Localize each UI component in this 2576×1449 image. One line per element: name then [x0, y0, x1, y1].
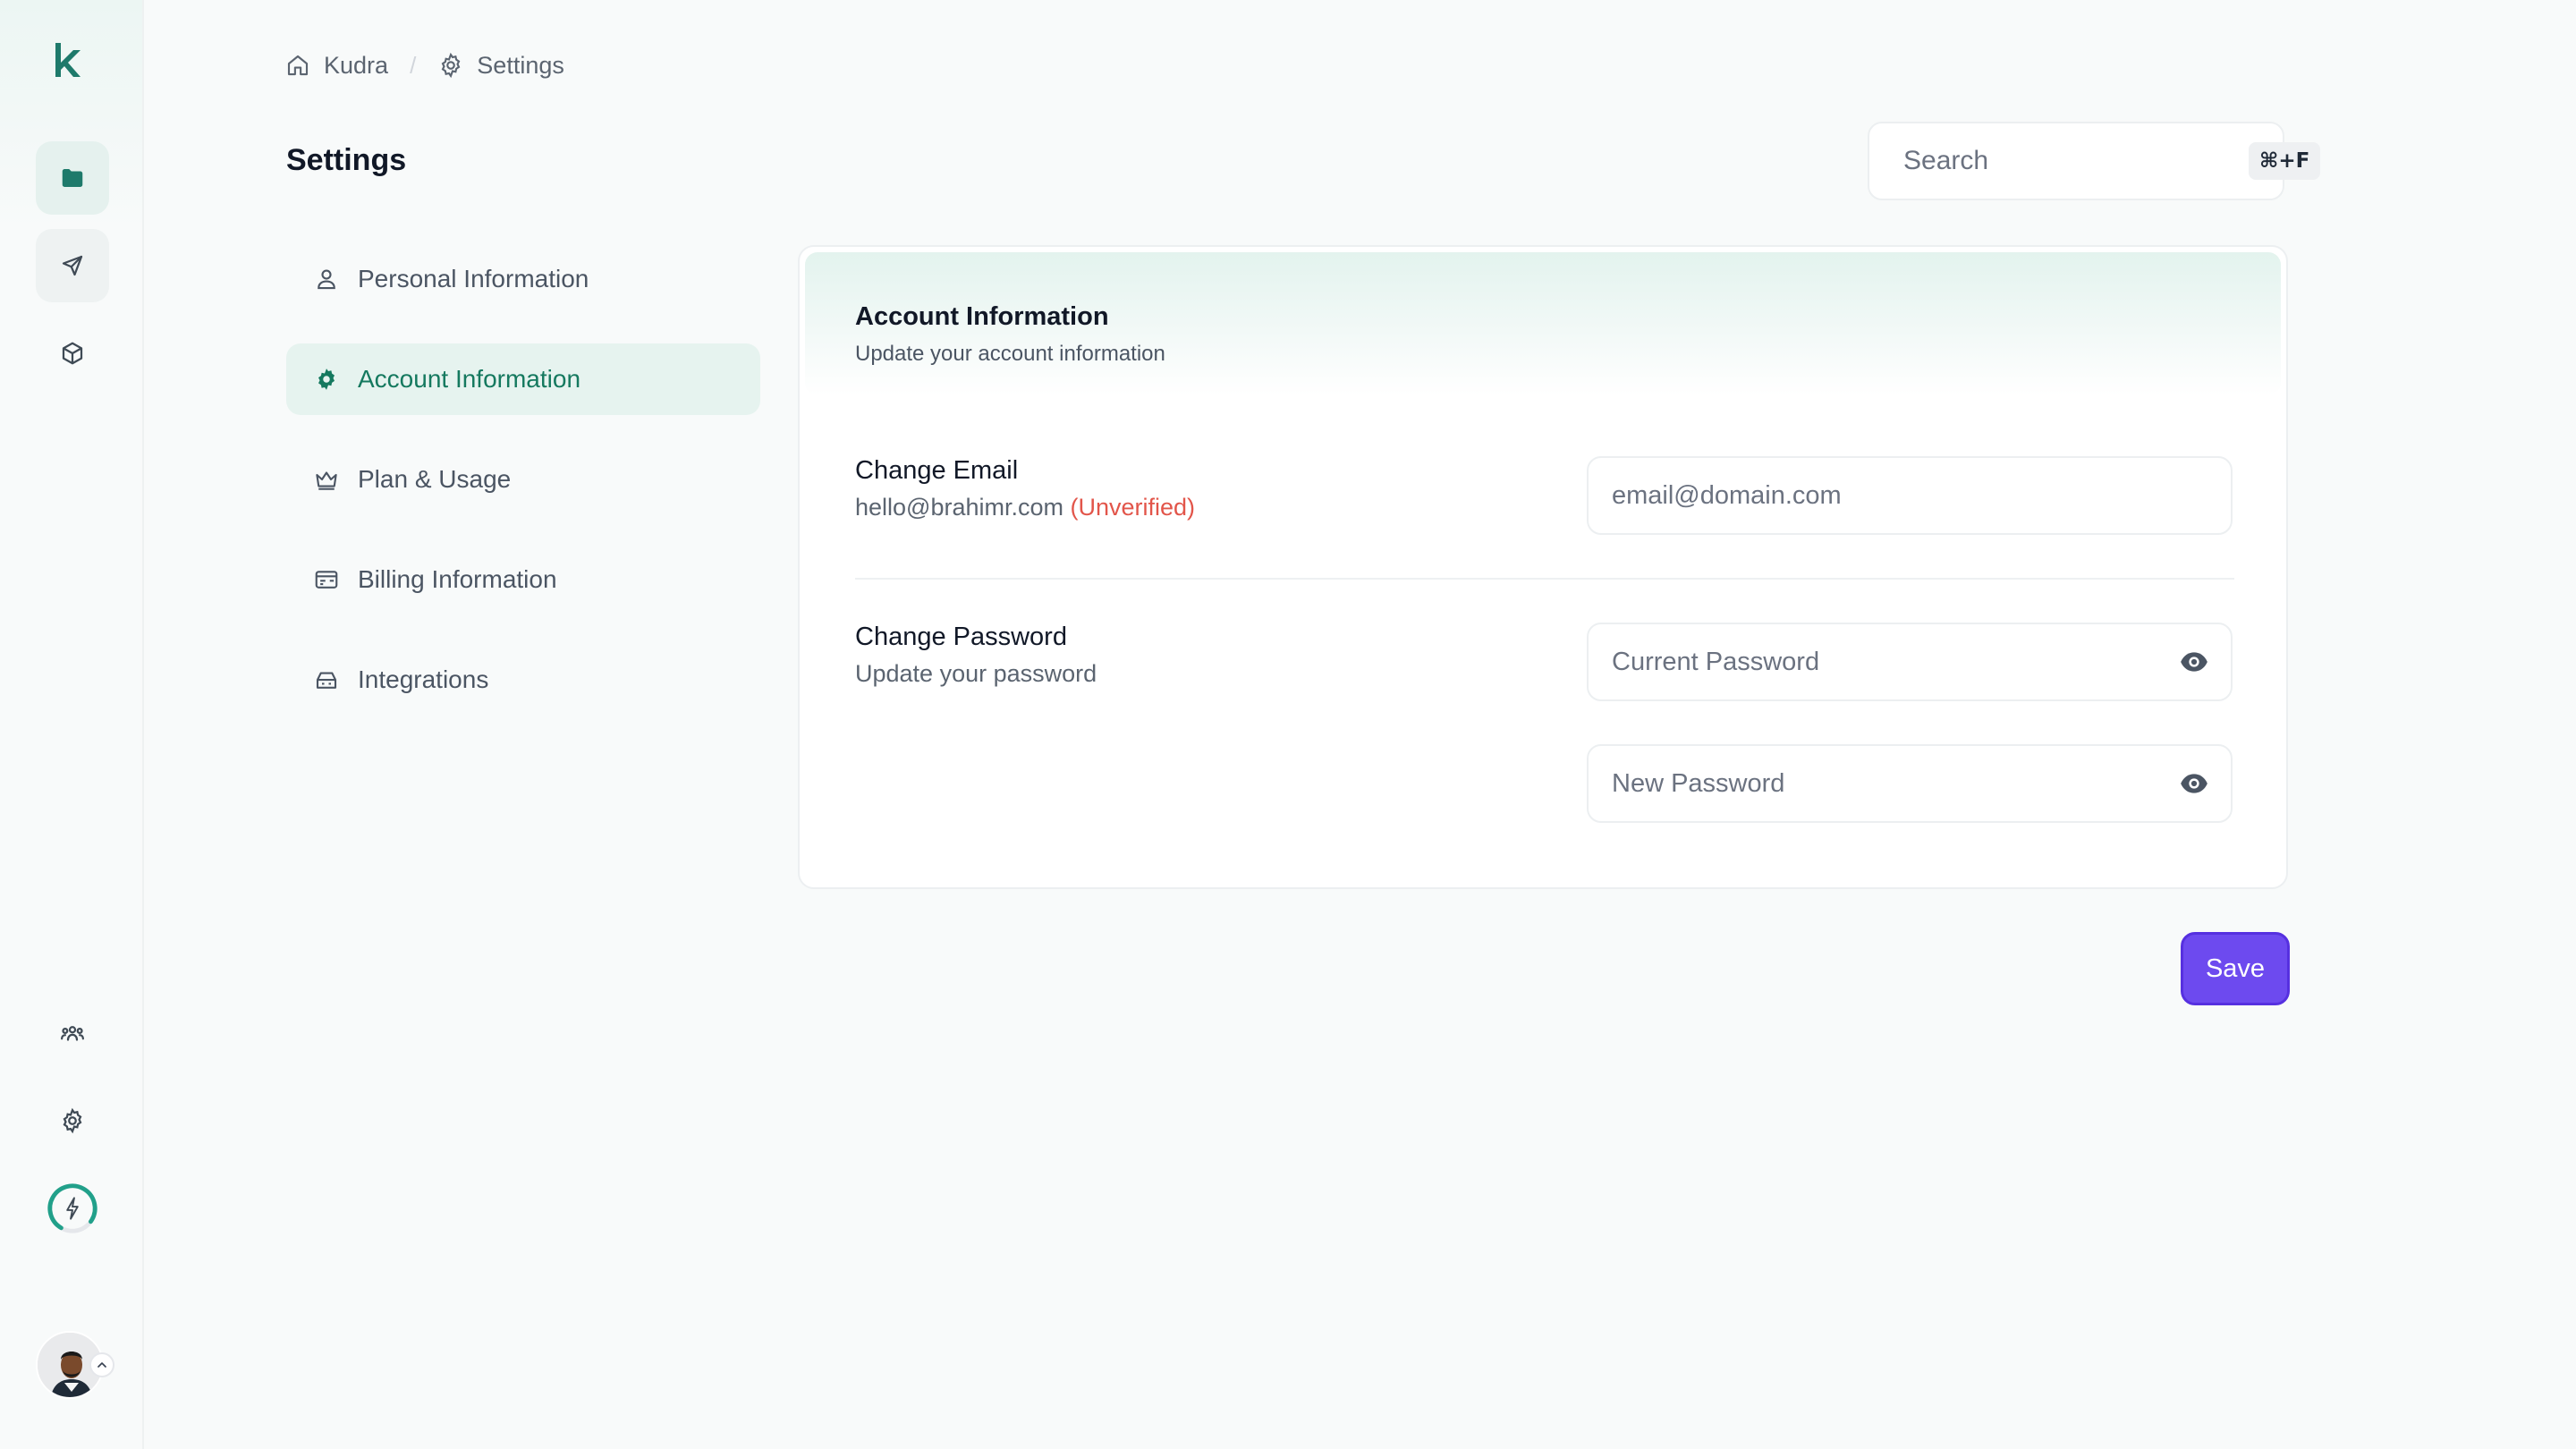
usage-progress-icon	[47, 1183, 97, 1233]
user-menu[interactable]	[36, 1331, 114, 1402]
settings-nav-label: Personal Information	[358, 265, 589, 292]
settings-nav-account-information[interactable]: Account Information	[286, 343, 760, 415]
page-title: Settings	[286, 143, 407, 177]
breadcrumb-separator: /	[410, 51, 417, 79]
gear-icon	[63, 1107, 82, 1134]
change-email-label: Change Email	[855, 456, 1019, 485]
eye-icon[interactable]	[2179, 647, 2209, 677]
user-icon	[318, 269, 335, 290]
home-icon	[287, 55, 309, 76]
breadcrumb-current-label: Settings	[477, 51, 564, 79]
email-unverified-status: (Unverified)	[1070, 494, 1196, 521]
breadcrumb-home-label: Kudra	[324, 51, 389, 79]
left-rail	[0, 0, 144, 1449]
current-password-field[interactable]	[1612, 647, 2179, 677]
change-password-label: Change Password	[855, 623, 1067, 651]
kudra-logo-icon[interactable]	[50, 39, 86, 80]
settings-nav-integrations[interactable]: Integrations	[286, 644, 760, 716]
new-password-field[interactable]	[1612, 768, 2179, 799]
integrations-icon	[316, 672, 337, 689]
gear-icon	[318, 369, 335, 390]
rail-workflows-button[interactable]	[36, 229, 109, 302]
settings-nav-label: Plan & Usage	[358, 465, 512, 493]
section-divider	[855, 578, 2234, 580]
rail-projects-button[interactable]	[36, 141, 109, 215]
settings-nav-label: Billing Information	[358, 565, 557, 593]
billing-card-icon	[315, 571, 338, 589]
rail-usage-ring-button[interactable]	[36, 1172, 109, 1245]
settings-nav-label: Integrations	[358, 665, 489, 693]
account-information-card: Account Information Update your account …	[798, 245, 2288, 889]
eye-icon[interactable]	[2179, 768, 2209, 799]
send-graph-icon	[62, 255, 83, 276]
settings-nav-billing-information[interactable]: Billing Information	[286, 544, 760, 615]
current-password-field-wrapper[interactable]	[1587, 623, 2233, 701]
team-icon	[61, 1026, 84, 1041]
rail-settings-button[interactable]	[36, 1084, 109, 1157]
rail-team-button[interactable]	[36, 996, 109, 1070]
settings-nav-label: Account Information	[358, 365, 581, 393]
app-root: Kudra / Settings Settings ⌘+F Personal I…	[0, 0, 2576, 1449]
settings-nav: Personal Information Account Information…	[286, 243, 760, 744]
card-subtitle: Update your account information	[855, 342, 1165, 366]
folder-icon	[62, 169, 83, 187]
settings-nav-personal-information[interactable]: Personal Information	[286, 243, 760, 315]
email-field-wrapper[interactable]	[1587, 456, 2233, 535]
breadcrumb: Kudra / Settings	[284, 48, 564, 82]
card-title: Account Information	[855, 302, 1109, 331]
chevron-up-icon[interactable]	[89, 1352, 114, 1377]
email-field[interactable]	[1612, 480, 2209, 511]
breadcrumb-current[interactable]: Settings	[437, 52, 564, 80]
breadcrumb-home[interactable]: Kudra	[284, 52, 388, 80]
current-email-line: hello@brahimr.com (Unverified)	[855, 494, 1195, 521]
search-box[interactable]: ⌘+F	[1868, 122, 2321, 200]
gear-icon	[441, 52, 461, 79]
save-button[interactable]: Save	[2181, 932, 2290, 1005]
new-password-field-wrapper[interactable]	[1587, 744, 2233, 823]
search-shortcut-badge: ⌘+F	[2249, 142, 2321, 180]
current-email-value: hello@brahimr.com	[855, 494, 1063, 521]
cube-icon	[62, 342, 83, 365]
search-input[interactable]	[1903, 146, 2249, 176]
change-password-description: Update your password	[855, 660, 1097, 687]
settings-nav-plan-usage[interactable]: Plan & Usage	[286, 444, 760, 515]
crown-icon	[316, 471, 337, 490]
rail-models-button[interactable]	[36, 317, 109, 390]
